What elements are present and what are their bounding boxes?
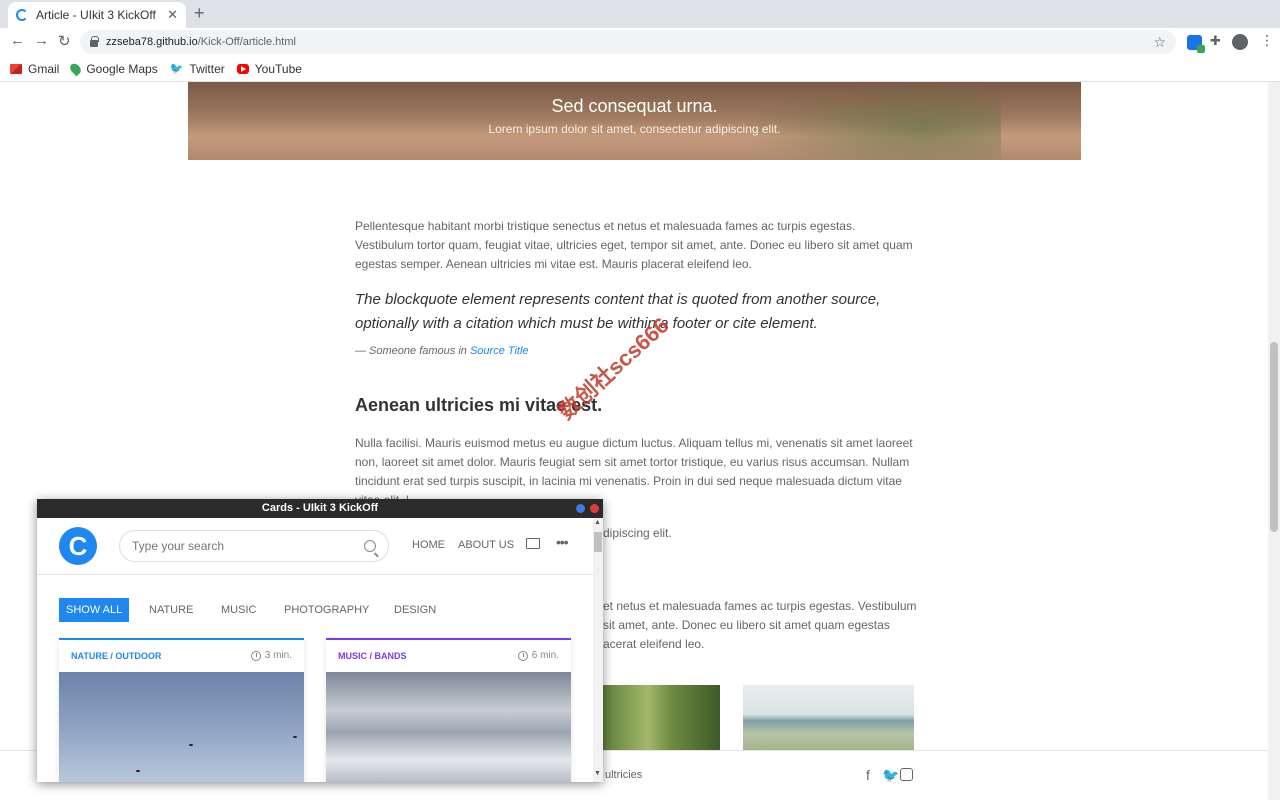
search-input[interactable] xyxy=(132,539,364,553)
footer-text: ultricies xyxy=(605,769,642,781)
lock-icon xyxy=(90,40,98,47)
gallery-image-beach[interactable] xyxy=(743,685,914,750)
bird-shape xyxy=(293,736,297,738)
extensions-puzzle-icon[interactable]: ✚ xyxy=(1210,33,1221,49)
popup-titlebar[interactable]: Cards - UIkit 3 KickOff xyxy=(37,499,603,518)
clock-icon xyxy=(251,651,261,661)
filter-music[interactable]: MUSIC xyxy=(214,598,263,622)
popup-body: C HOME ABOUT US ••• SHOW ALL NATURE MUSI… xyxy=(37,518,603,782)
article-paragraph-4-line-1: et netus et malesuada fames ac turpis eg… xyxy=(603,597,923,616)
youtube-icon xyxy=(237,64,249,74)
minimize-button[interactable] xyxy=(576,504,585,513)
article-paragraph-1: Pellentesque habitant morbi tristique se… xyxy=(355,217,915,274)
gmail-icon xyxy=(10,64,22,74)
popup-scrollbar[interactable]: ▲ ▼ xyxy=(593,518,603,782)
cite-prefix: — Someone famous in xyxy=(355,345,470,357)
bookmark-gmail[interactable]: Gmail xyxy=(10,62,59,76)
article-paragraph-4-line-3: acerat eleifend leo. xyxy=(603,635,923,654)
facebook-icon[interactable]: f xyxy=(866,767,870,783)
tab-close-icon[interactable]: ✕ xyxy=(167,7,178,23)
logo[interactable]: C xyxy=(59,527,97,565)
popup-scrollbar-thumb[interactable] xyxy=(594,532,602,552)
back-icon[interactable]: ← xyxy=(10,32,25,49)
card-read-time: 6 min. xyxy=(518,650,559,661)
browser-tab[interactable]: Article - UIkit 3 KickOff ✕ xyxy=(8,2,186,28)
profile-avatar[interactable] xyxy=(1232,34,1248,50)
filter-photography[interactable]: PHOTOGRAPHY xyxy=(277,598,376,622)
maps-icon xyxy=(68,61,83,76)
twitter-icon[interactable]: 🐦 xyxy=(882,767,899,784)
bookmark-youtube[interactable]: YouTube xyxy=(237,62,302,76)
gallery-image-forest[interactable] xyxy=(600,685,720,750)
clock-icon xyxy=(518,651,528,661)
scroll-down-icon[interactable]: ▼ xyxy=(594,770,601,777)
scroll-up-icon[interactable]: ▲ xyxy=(594,519,601,526)
article-heading: Aenean ultricies mi vitae est. xyxy=(355,395,915,416)
bookmark-twitter[interactable]: 🐦 Twitter xyxy=(170,62,225,76)
browser-toolbar: ← → ↻ zzseba78.github.io /Kick-Off/artic… xyxy=(0,28,1280,56)
card-time-value: 6 min. xyxy=(532,650,559,661)
more-icon[interactable]: ••• xyxy=(556,534,568,550)
nav-home[interactable]: HOME xyxy=(412,539,445,551)
card-read-time: 3 min. xyxy=(251,650,292,661)
article-paragraph-4-line-2: sit amet, ante. Donec eu libero sit amet… xyxy=(603,616,923,635)
bookmark-label: YouTube xyxy=(255,62,302,76)
popup-title: Cards - UIkit 3 KickOff xyxy=(262,502,378,514)
filter-design[interactable]: DESIGN xyxy=(387,598,443,622)
nav-about-us[interactable]: ABOUT US xyxy=(458,539,514,551)
close-button[interactable] xyxy=(590,504,599,513)
page-scrollbar[interactable] xyxy=(1268,82,1280,800)
bookmark-label: Gmail xyxy=(28,62,59,76)
article-paragraph-2: Nulla facilisi. Mauris euismod metus eu … xyxy=(355,434,915,500)
translate-extension-icon[interactable] xyxy=(1187,35,1202,50)
filter-show-all[interactable]: SHOW ALL xyxy=(59,598,129,622)
card-nature[interactable]: NATURE / OUTDOOR 3 min. xyxy=(59,638,304,782)
address-bar[interactable]: zzseba78.github.io /Kick-Off/article.htm… xyxy=(80,30,1176,54)
bookmarks-bar: Gmail Google Maps 🐦 Twitter YouTube xyxy=(0,56,1280,82)
bookmark-label: Google Maps xyxy=(86,62,157,76)
cards-header: C HOME ABOUT US ••• xyxy=(37,518,593,575)
instagram-icon[interactable] xyxy=(900,768,913,781)
bookmark-star-icon[interactable]: ☆ xyxy=(1153,34,1166,51)
forward-icon[interactable]: → xyxy=(34,32,49,49)
card-image-sky[interactable] xyxy=(59,672,304,782)
card-time-value: 3 min. xyxy=(265,650,292,661)
hero-title: Sed consequat urna. xyxy=(188,96,1081,117)
card-category[interactable]: MUSIC / BANDS xyxy=(338,651,407,661)
search-box[interactable] xyxy=(119,530,389,562)
browser-menu-icon[interactable]: ⋮ xyxy=(1260,32,1274,49)
card-category[interactable]: NATURE / OUTDOOR xyxy=(71,651,161,661)
cards-popup-window: Cards - UIkit 3 KickOff C HOME ABOUT US … xyxy=(37,499,603,782)
bird-shape xyxy=(189,744,193,746)
chat-icon[interactable] xyxy=(526,538,540,549)
tab-bar: Article - UIkit 3 KickOff ✕ + xyxy=(0,0,1280,28)
card-music[interactable]: MUSIC / BANDS 6 min. xyxy=(326,638,571,782)
tab-title: Article - UIkit 3 KickOff xyxy=(36,8,167,22)
hero-subtitle: Lorem ipsum dolor sit amet, consectetur … xyxy=(188,122,1081,136)
reload-icon[interactable]: ↻ xyxy=(58,32,71,50)
page-scrollbar-thumb[interactable] xyxy=(1270,342,1278,532)
hero-banner: Sed consequat urna. Lorem ipsum dolor si… xyxy=(188,82,1081,160)
bookmark-label: Twitter xyxy=(189,62,224,76)
new-tab-icon[interactable]: + xyxy=(194,3,205,24)
url-path: /Kick-Off/article.html xyxy=(198,36,296,48)
source-title-link[interactable]: Source Title xyxy=(470,345,529,357)
favicon-icon xyxy=(16,9,28,21)
filter-nature[interactable]: NATURE xyxy=(142,598,200,622)
twitter-icon: 🐦 xyxy=(170,62,184,75)
article-paragraph-3-tail: dipiscing elit. xyxy=(603,524,672,543)
bird-shape xyxy=(136,770,140,772)
card-image-clouds[interactable] xyxy=(326,672,571,782)
url-host: zzseba78.github.io xyxy=(106,36,198,48)
search-icon[interactable] xyxy=(364,540,376,552)
bookmark-google-maps[interactable]: Google Maps xyxy=(71,62,157,76)
